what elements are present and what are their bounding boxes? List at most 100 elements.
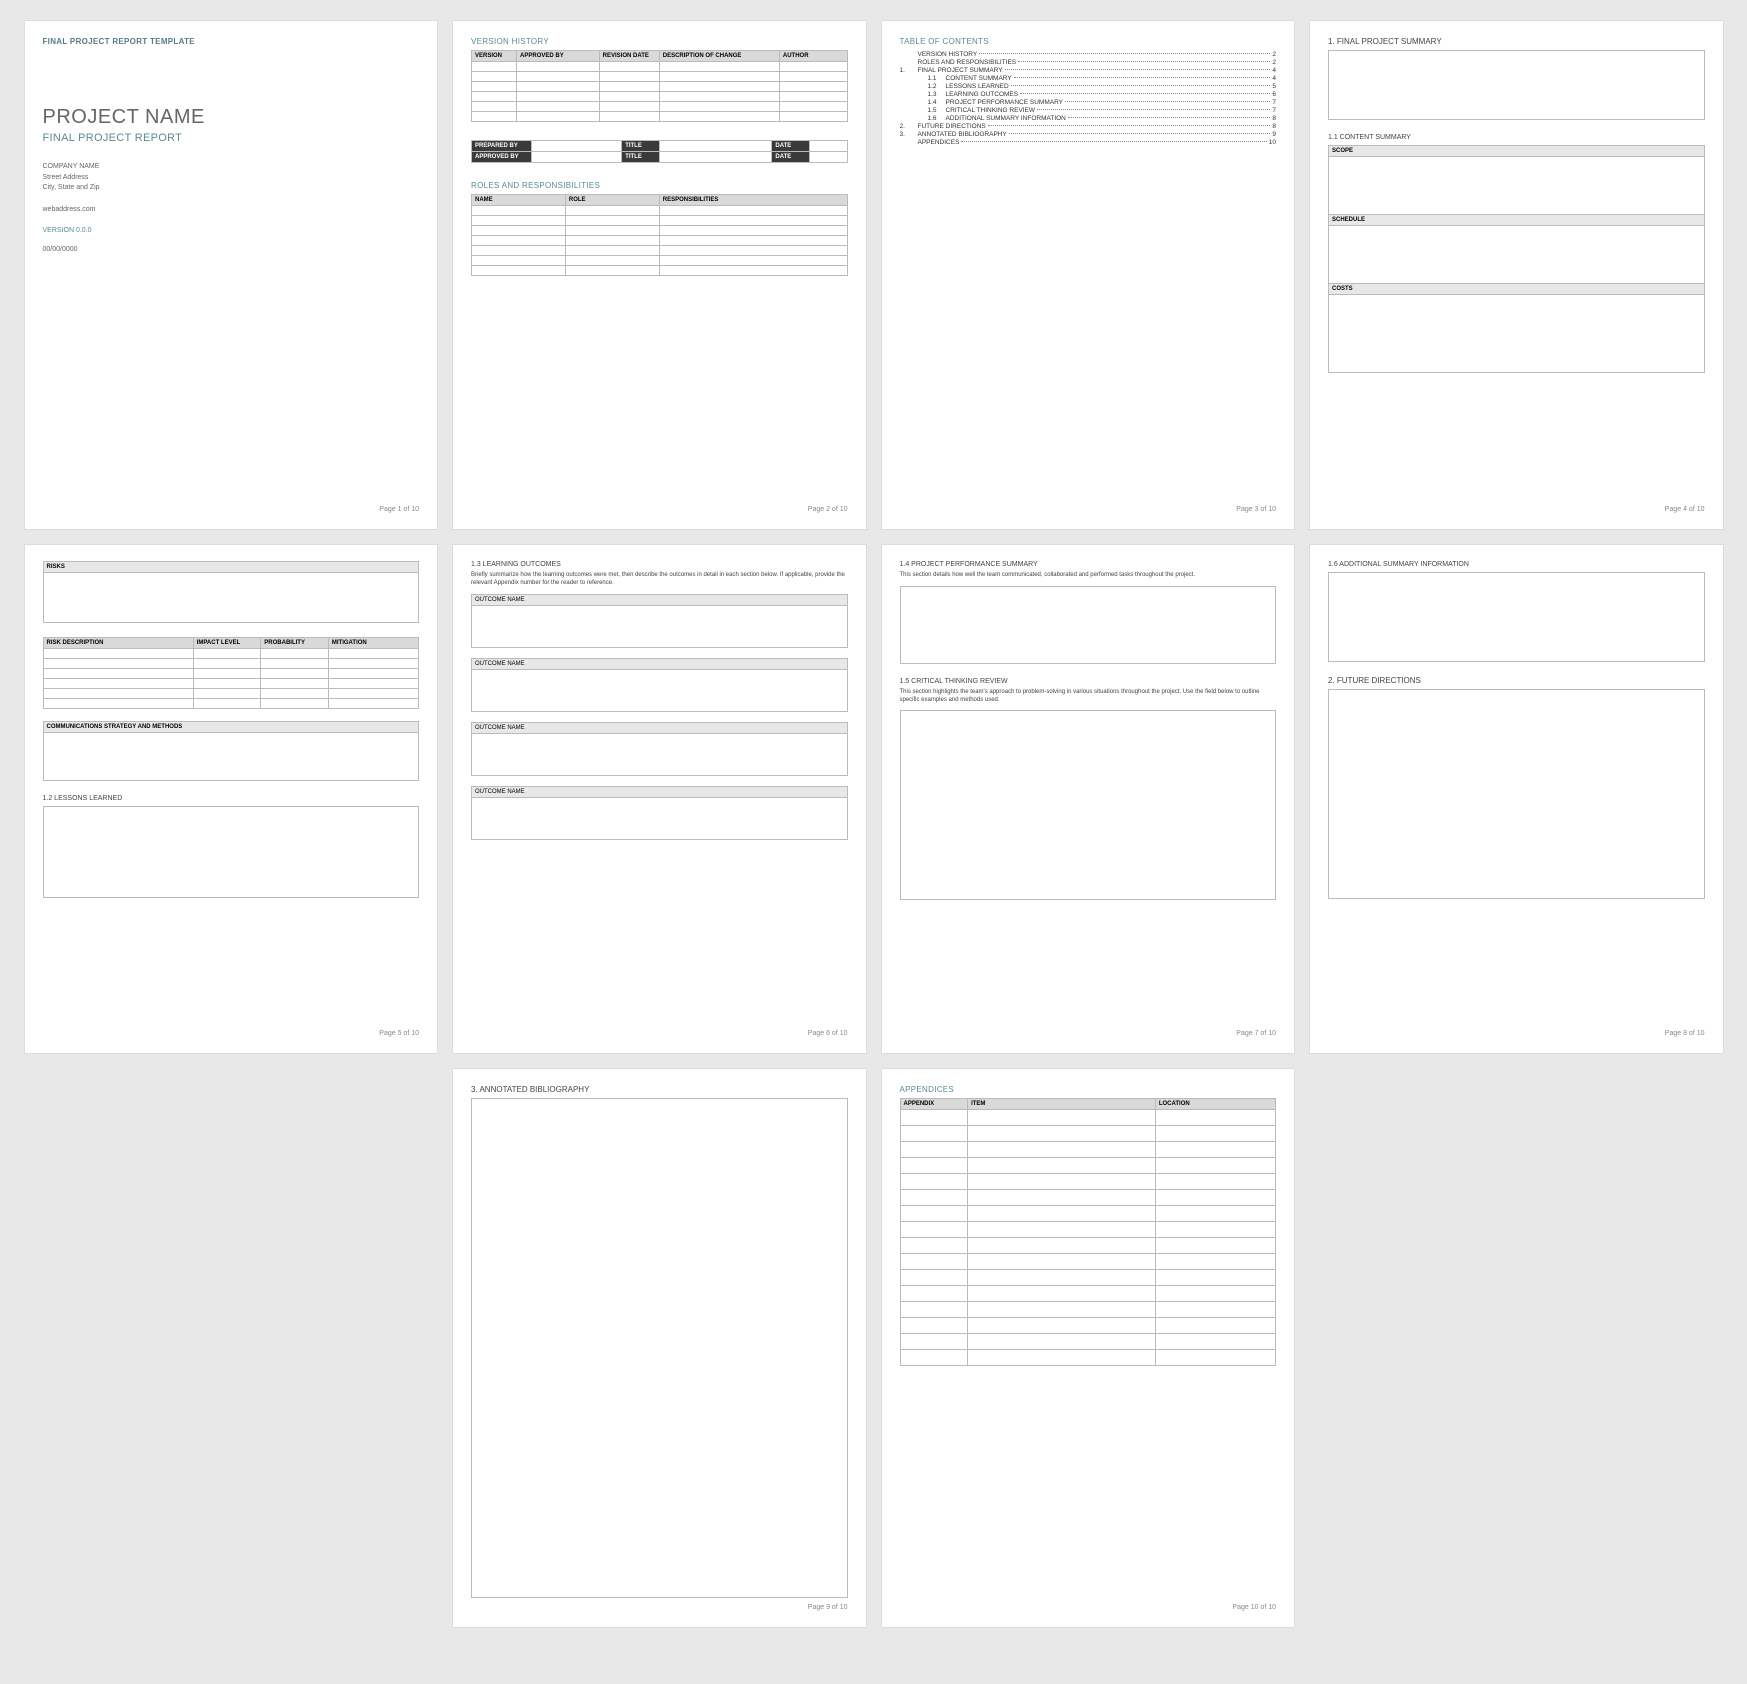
table-row bbox=[43, 659, 419, 669]
bibliography-box bbox=[471, 1098, 848, 1598]
table-row bbox=[472, 236, 848, 246]
toc-line: APPENDICES10 bbox=[900, 139, 1277, 146]
comm-label: COMMUNICATIONS STRATEGY AND METHODS bbox=[43, 721, 420, 733]
page-grid: FINAL PROJECT REPORT TEMPLATE PROJECT NA… bbox=[24, 20, 1724, 1628]
col-name: NAME bbox=[472, 195, 566, 206]
signoff-table: PREPARED BY TITLE DATE APPROVED BY TITLE… bbox=[471, 140, 848, 163]
roles-table: NAME ROLE RESPONSIBILITIES bbox=[471, 194, 848, 276]
toc-line: 1.5CRITICAL THINKING REVIEW7 bbox=[900, 107, 1277, 114]
scope-label: SCOPE bbox=[1328, 145, 1705, 157]
table-row bbox=[900, 1110, 1276, 1126]
date: 00/00/0000 bbox=[43, 246, 420, 253]
bibliography-heading: 3. ANNOTATED BIBLIOGRAPHY bbox=[471, 1085, 848, 1094]
table-row bbox=[472, 62, 848, 72]
table-row bbox=[472, 256, 848, 266]
prepared-by-label: PREPARED BY bbox=[472, 141, 532, 152]
table-row bbox=[900, 1126, 1276, 1142]
comm-box bbox=[43, 733, 420, 781]
table-row bbox=[900, 1238, 1276, 1254]
page-footer: Page 7 of 10 bbox=[900, 1024, 1277, 1037]
performance-heading: 1.4 PROJECT PERFORMANCE SUMMARY bbox=[900, 561, 1277, 568]
toc-heading: TABLE OF CONTENTS bbox=[900, 37, 1277, 46]
table-row bbox=[900, 1206, 1276, 1222]
page-footer: Page 5 of 10 bbox=[43, 1024, 420, 1037]
col-prob: PROBABILITY bbox=[261, 638, 329, 649]
table-row bbox=[900, 1334, 1276, 1350]
title-label-1: TITLE bbox=[622, 141, 660, 152]
page-footer: Page 2 of 10 bbox=[471, 500, 848, 513]
toc: VERSION HISTORY2ROLES AND RESPONSIBILITI… bbox=[900, 50, 1277, 147]
col-mitig: MITIGATION bbox=[328, 638, 418, 649]
page-5: RISKS RISK DESCRIPTION IMPACT LEVEL PROB… bbox=[24, 544, 439, 1054]
table-row bbox=[472, 216, 848, 226]
costs-box bbox=[1328, 295, 1705, 373]
table-row bbox=[472, 246, 848, 256]
toc-line: 1.3LEARNING OUTCOMES6 bbox=[900, 91, 1277, 98]
table-row bbox=[472, 266, 848, 276]
col-version: VERSION bbox=[472, 51, 517, 62]
critical-heading: 1.5 CRITICAL THINKING REVIEW bbox=[900, 678, 1277, 685]
page-footer: Page 4 of 10 bbox=[1328, 500, 1705, 513]
table-row bbox=[472, 112, 848, 122]
col-revdate: REVISION DATE bbox=[599, 51, 659, 62]
col-riskdesc: RISK DESCRIPTION bbox=[43, 638, 193, 649]
page-2: VERSION HISTORY VERSION APPROVED BY REVI… bbox=[452, 20, 867, 530]
page-1: FINAL PROJECT REPORT TEMPLATE PROJECT NA… bbox=[24, 20, 439, 530]
toc-line: 2.FUTURE DIRECTIONS8 bbox=[900, 123, 1277, 130]
page-8: 1.6 ADDITIONAL SUMMARY INFORMATION 2. FU… bbox=[1309, 544, 1724, 1054]
page-9: 3. ANNOTATED BIBLIOGRAPHY Page 9 of 10 bbox=[452, 1068, 867, 1628]
page-3: TABLE OF CONTENTS VERSION HISTORY2ROLES … bbox=[881, 20, 1296, 530]
toc-line: 1.4PROJECT PERFORMANCE SUMMARY7 bbox=[900, 99, 1277, 106]
additional-heading: 1.6 ADDITIONAL SUMMARY INFORMATION bbox=[1328, 561, 1705, 568]
company-name: COMPANY NAME bbox=[43, 162, 420, 173]
table-row bbox=[472, 102, 848, 112]
version: VERSION 0.0.0 bbox=[43, 227, 420, 234]
approved-by-label: APPROVED BY bbox=[472, 152, 532, 163]
final-summary-heading: 1. FINAL PROJECT SUMMARY bbox=[1328, 37, 1705, 46]
learning-outcomes-heading: 1.3 LEARNING OUTCOMES bbox=[471, 561, 848, 568]
col-location: LOCATION bbox=[1155, 1099, 1275, 1110]
content-summary-heading: 1.1 CONTENT SUMMARY bbox=[1328, 134, 1705, 141]
table-row bbox=[900, 1142, 1276, 1158]
learning-outcomes-intro: Briefly summarize how the learning outco… bbox=[471, 572, 848, 588]
toc-line: 1.6ADDITIONAL SUMMARY INFORMATION8 bbox=[900, 115, 1277, 122]
outcome-label-2: OUTCOME NAME bbox=[471, 658, 848, 670]
date-label-2: DATE bbox=[772, 152, 810, 163]
outcome-box-1 bbox=[471, 606, 848, 648]
table-row bbox=[900, 1190, 1276, 1206]
col-role: ROLE bbox=[565, 195, 659, 206]
table-row bbox=[472, 72, 848, 82]
table-row bbox=[900, 1350, 1276, 1366]
page-7: 1.4 PROJECT PERFORMANCE SUMMARY This sec… bbox=[881, 544, 1296, 1054]
street: Street Address bbox=[43, 173, 420, 184]
lessons-heading: 1.2 LESSONS LEARNED bbox=[43, 795, 420, 802]
roles-heading: ROLES AND RESPONSIBILITIES bbox=[471, 181, 848, 190]
table-row bbox=[43, 699, 419, 709]
additional-box bbox=[1328, 572, 1705, 662]
table-row bbox=[472, 206, 848, 216]
toc-line: 3.ANNOTATED BIBLIOGRAPHY9 bbox=[900, 131, 1277, 138]
page-6: 1.3 LEARNING OUTCOMES Briefly summarize … bbox=[452, 544, 867, 1054]
toc-line: VERSION HISTORY2 bbox=[900, 51, 1277, 58]
title-label-2: TITLE bbox=[622, 152, 660, 163]
schedule-label: SCHEDULE bbox=[1328, 215, 1705, 226]
toc-line: ROLES AND RESPONSIBILITIES2 bbox=[900, 59, 1277, 66]
col-resp: RESPONSIBILITIES bbox=[659, 195, 847, 206]
critical-intro: This section highlights the team's appro… bbox=[900, 689, 1277, 705]
page-footer: Page 10 of 10 bbox=[900, 1598, 1277, 1611]
outcome-box-3 bbox=[471, 734, 848, 776]
col-desc: DESCRIPTION OF CHANGE bbox=[659, 51, 779, 62]
performance-box bbox=[900, 586, 1277, 664]
future-box bbox=[1328, 689, 1705, 899]
toc-line: 1.1CONTENT SUMMARY4 bbox=[900, 75, 1277, 82]
future-heading: 2. FUTURE DIRECTIONS bbox=[1328, 676, 1705, 685]
page-footer: Page 9 of 10 bbox=[471, 1598, 848, 1611]
template-label: FINAL PROJECT REPORT TEMPLATE bbox=[43, 37, 420, 46]
table-row bbox=[43, 649, 419, 659]
page-footer: Page 3 of 10 bbox=[900, 500, 1277, 513]
risks-box bbox=[43, 573, 420, 623]
toc-line: 1.FINAL PROJECT SUMMARY4 bbox=[900, 67, 1277, 74]
toc-line: 1.2LESSONS LEARNED5 bbox=[900, 83, 1277, 90]
col-item: ITEM bbox=[968, 1099, 1156, 1110]
appendices-table: APPENDIX ITEM LOCATION bbox=[900, 1098, 1277, 1366]
